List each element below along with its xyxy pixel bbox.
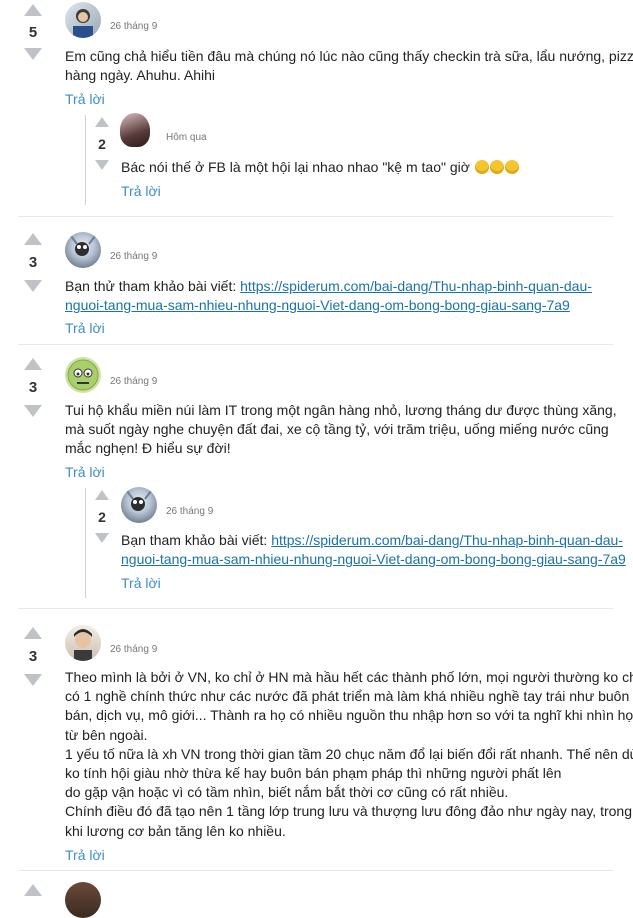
avatar[interactable] [65,357,101,393]
comment-line: 1 yếu tố nữa là xh VN trong thời gian tầ… [65,745,633,762]
comment-line: Bác nói thế ở FB là một hội lại nhao nha… [121,159,470,175]
comment-date: 26 tháng 9 [110,251,158,262]
vote-score: 2 [98,509,106,525]
vote-box: 5 [20,4,46,60]
article-link[interactable]: https://spiderum.com/bai-dang/Thu-nhap-b… [271,532,623,548]
comment-line: bán, dịch vụ, mô giới... Thành ra họ có … [65,707,633,724]
avatar[interactable] [121,487,157,523]
downvote-arrow-icon[interactable] [24,674,42,686]
comment-line: hàng ngày. Ahuhu. Ahihi [65,67,215,83]
vote-box: 2 [89,490,115,543]
comment-text: Bạn thử tham khảo bài viết: https://spid… [65,277,592,315]
comment-text: Em cũng chả hiểu tiền đâu mà chúng nó lú… [65,47,633,85]
upvote-arrow-icon[interactable] [24,884,42,896]
comment-date: Hôm qua [166,132,207,143]
comment-line: Bạn tham khảo bài viết: [121,532,272,548]
comment-line: Bạn thử tham khảo bài viết: [65,278,241,294]
reply-link[interactable]: Trả lời [65,847,105,863]
comment-date: 26 tháng 9 [110,21,158,32]
comment-line: Em cũng chả hiểu tiền đâu mà chúng nó lú… [65,48,633,64]
article-link[interactable]: nguoi-tang-mua-sam-nhieu-nhung-nguoi-Vie… [121,551,626,567]
comment-text: Theo mình là bởi ở VN, ko chỉ ở HN mà hầ… [65,668,633,841]
upvote-arrow-icon[interactable] [95,117,109,127]
vote-score: 3 [28,379,38,396]
article-link[interactable]: nguoi-tang-mua-sam-nhieu-nhung-nguoi-Vie… [65,297,570,313]
downvote-arrow-icon[interactable] [24,405,42,417]
reply-link[interactable]: Trả lời [65,320,105,336]
vote-score: 2 [98,136,106,152]
upvote-arrow-icon[interactable] [24,4,42,16]
vote-score: 3 [28,648,38,665]
comment-line: Theo mình là bởi ở VN, ko chỉ ở HN mà hầ… [65,669,633,685]
upvote-arrow-icon[interactable] [24,358,42,370]
thread-line [85,488,86,598]
downvote-arrow-icon[interactable] [95,160,109,170]
comment-line: có 1 nghề chính thức như các nước đã phá… [65,688,630,705]
face-with-tears-of-joy-icon [504,160,519,174]
avatar[interactable] [65,625,101,661]
comment-line: ko tính hội giàu nhờ thừa kế hay buôn bá… [65,765,562,782]
reply-link[interactable]: Trả lời [121,575,161,591]
vote-box: 2 [89,117,115,170]
upvote-arrow-icon[interactable] [95,490,109,500]
comment-date: 26 tháng 9 [110,644,158,655]
reply-link[interactable]: Trả lời [65,91,105,107]
vote-box: 3 [20,627,46,686]
avatar[interactable] [65,2,101,38]
comment-text: Bác nói thế ở FB là một hội lại nhao nha… [121,158,519,177]
downvote-arrow-icon[interactable] [24,48,42,60]
comment-line: do gặp vận hoặc vì có tầm nhìn, biết nắm… [65,784,509,801]
divider [18,216,613,217]
comment-date: 26 tháng 9 [110,376,158,387]
comment-date: 26 tháng 9 [166,506,214,517]
comment-line: mà suốt ngày nghe chuyện đất đai, xe cộ … [65,421,609,437]
divider [18,608,613,609]
divider [18,870,613,871]
comment-text: Tui hộ khẩu miền núi làm IT trong một ng… [65,401,617,458]
avatar[interactable] [65,882,101,918]
upvote-arrow-icon[interactable] [24,627,42,639]
vote-box: 3 [20,358,46,417]
comment-text: Bạn tham khảo bài viết: https://spiderum… [121,531,626,569]
comment-line: từ bên ngoài. [65,726,148,743]
face-with-tears-of-joy-icon [489,160,504,174]
vote-score: 5 [28,24,38,41]
thread-line [85,115,86,205]
divider [18,344,613,345]
upvote-arrow-icon[interactable] [24,233,42,245]
comment-line: Chính điều đó đã tạo nên 1 tầng lớp trun… [65,803,632,820]
downvote-arrow-icon[interactable] [24,280,42,292]
reply-link[interactable]: Trả lời [121,183,161,199]
downvote-arrow-icon[interactable] [95,533,109,543]
article-link[interactable]: https://spiderum.com/bai-dang/Thu-nhap-b… [240,278,592,294]
comment-line: mắc nghẹn! Đ hiểu sự đời! [65,440,231,456]
avatar[interactable] [65,232,101,268]
vote-box [20,884,46,896]
reply-link[interactable]: Trả lời [65,464,105,480]
vote-box: 3 [20,233,46,292]
avatar[interactable] [120,113,150,147]
comment-line: Tui hộ khẩu miền núi làm IT trong một ng… [65,402,617,418]
comment-line: khi lương cơ bản tăng lên ko nhiều. [65,822,286,839]
face-with-tears-of-joy-icon [474,160,489,174]
vote-score: 3 [28,254,38,271]
